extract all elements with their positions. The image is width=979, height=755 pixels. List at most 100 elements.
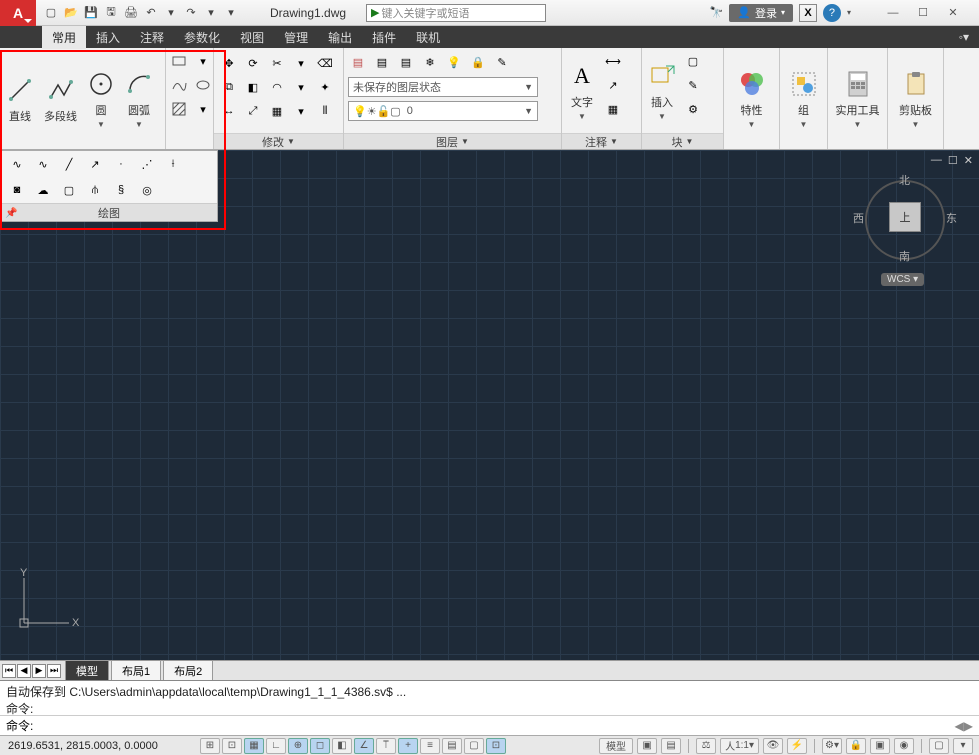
create-block-icon[interactable]: ▢ (682, 50, 704, 72)
panel-anno-title[interactable]: 注释▼ (562, 133, 641, 149)
help-icon[interactable]: ? (823, 4, 841, 22)
spline-icon[interactable] (168, 74, 190, 96)
view-cube[interactable]: 北 南 西 东 上 WCS ▾ (855, 176, 955, 286)
donut-icon[interactable]: ◎ (135, 179, 159, 201)
revision-cloud-icon[interactable]: ☁ (31, 179, 55, 201)
clipboard-button[interactable]: 剪贴板 ▼ (895, 50, 936, 147)
array-drop-icon[interactable]: ▾ (290, 100, 312, 122)
layer-off-icon[interactable]: 💡 (443, 51, 465, 73)
help-drop-icon[interactable]: ▾ (847, 8, 851, 17)
layer-prop-icon[interactable]: ▤ (347, 51, 369, 73)
tab-online[interactable]: 联机 (406, 26, 450, 49)
tab-insert[interactable]: 插入 (86, 26, 130, 49)
annovis-icon[interactable]: 👁 (763, 738, 783, 754)
binoculars-icon[interactable]: 🔭 (710, 6, 724, 19)
region-icon[interactable]: ◙ (5, 179, 29, 201)
edit-block-icon[interactable]: ✎ (682, 74, 704, 96)
tab-plugins[interactable]: 插件 (362, 26, 406, 49)
model-space-button[interactable]: 模型 (599, 738, 633, 754)
ducs-icon[interactable]: ⟙ (376, 738, 396, 754)
edit-attr-icon[interactable]: ⚙ (682, 98, 704, 120)
explode-icon[interactable]: ✦ (314, 76, 336, 98)
ortho-icon[interactable]: ∟ (266, 738, 286, 754)
table-icon[interactable]: ▦ (602, 98, 624, 120)
layer-lock-icon[interactable]: 🔒 (467, 51, 489, 73)
tab-expand-icon[interactable]: ◦▾ (949, 27, 979, 47)
helix-icon[interactable]: § (109, 179, 133, 201)
snap-icon[interactable]: ⊡ (222, 738, 242, 754)
plot-icon[interactable]: 🖨 (122, 4, 140, 22)
coordinates-display[interactable]: 2619.6531, 2815.0003, 0.0000 (0, 740, 200, 752)
close-button[interactable]: ✕ (947, 7, 959, 19)
viewcube-top[interactable]: 上 (889, 202, 921, 232)
hatch-icon[interactable] (168, 98, 190, 120)
leader-icon[interactable]: ↗ (602, 74, 624, 96)
tab-manage[interactable]: 管理 (274, 26, 318, 49)
fillet-icon[interactable]: ◠ (266, 76, 288, 98)
undo-drop-icon[interactable]: ▾ (162, 4, 180, 22)
tab-model[interactable]: 模型 (65, 660, 109, 681)
save-icon[interactable]: 💾 (82, 4, 100, 22)
doc-minimize-icon[interactable]: — (931, 154, 942, 167)
point-icon[interactable]: · (109, 153, 133, 175)
panel-block-title[interactable]: 块▼ (642, 133, 723, 149)
quickview-drawings-icon[interactable]: ▤ (661, 738, 681, 754)
fillet-drop-icon[interactable]: ▾ (290, 76, 312, 98)
undo-icon[interactable]: ↶ (142, 4, 160, 22)
measure-icon[interactable]: ⟊ (161, 153, 185, 175)
polar-icon[interactable]: ⊕ (288, 738, 308, 754)
dyn-icon[interactable]: + (398, 738, 418, 754)
isolate-icon[interactable]: ◉ (894, 738, 914, 754)
hatch-drop-icon[interactable]: ▾ (192, 98, 214, 120)
layer-current-combo[interactable]: 💡 ☀ 🔓 ▢ 0 ▼ (348, 101, 538, 121)
layer-match-icon[interactable]: ✎ (491, 51, 513, 73)
doc-maximize-icon[interactable]: ☐ (948, 154, 958, 167)
mirror-icon[interactable]: ◧ (242, 76, 264, 98)
scale-display[interactable]: 人 1:1▾ (720, 738, 759, 754)
sc-icon[interactable]: ⊡ (486, 738, 506, 754)
ellipse-icon[interactable] (192, 74, 214, 96)
move-icon[interactable]: ✥ (218, 52, 240, 74)
saveas-icon[interactable]: 🖫 (102, 4, 120, 22)
redo-drop-icon[interactable]: ▾ (202, 4, 220, 22)
app-menu-button[interactable]: A (0, 0, 36, 26)
panel-modify-title[interactable]: 修改▼ (214, 133, 343, 149)
ws-switch-icon[interactable]: ⚙▾ (822, 738, 842, 754)
tab-layout1[interactable]: 布局1 (111, 660, 161, 681)
doc-close-icon[interactable]: ✕ (964, 154, 973, 167)
infer-icon[interactable]: ⊞ (200, 738, 220, 754)
pin-icon[interactable]: 📌 (5, 208, 17, 219)
layer-state-combo[interactable]: 未保存的图层状态 ▼ (348, 77, 538, 97)
properties-button[interactable]: 特性 ▼ (734, 50, 770, 147)
minimize-button[interactable]: — (887, 7, 899, 19)
polyline-button[interactable]: 多段线 (40, 50, 81, 147)
rectangle-icon[interactable] (168, 50, 190, 72)
cmd-scroll-left-icon[interactable]: ◀ (955, 719, 964, 733)
osnap-icon[interactable]: ◻ (310, 738, 330, 754)
utilities-button[interactable]: 实用工具 ▼ (832, 50, 884, 147)
spline-cv-icon[interactable]: ∿ (31, 153, 55, 175)
circle-button[interactable]: 圆 ▼ (83, 50, 119, 147)
scale-icon[interactable]: ⤢ (242, 100, 264, 122)
wipeout-icon[interactable]: ▢ (57, 179, 81, 201)
command-input[interactable] (33, 719, 954, 733)
copy-icon[interactable]: ⧉ (218, 76, 240, 98)
customize-status-icon[interactable]: ▾ (953, 738, 973, 754)
layer-freeze-icon[interactable]: ❄ (419, 51, 441, 73)
lwt-icon[interactable]: ≡ (420, 738, 440, 754)
tab-layout2[interactable]: 布局2 (163, 660, 213, 681)
wcs-badge[interactable]: WCS ▾ (881, 273, 924, 286)
exchange-icon[interactable]: X (799, 4, 817, 22)
divide-icon[interactable]: ⋰ (135, 153, 159, 175)
offset-icon[interactable]: ⫴ (314, 100, 336, 122)
cmd-scroll-right-icon[interactable]: ▶ (964, 719, 973, 733)
panel-layers-title[interactable]: 图层▼ (344, 133, 561, 149)
otrack-icon[interactable]: ∠ (354, 738, 374, 754)
tab-first-icon[interactable]: ⏮ (2, 664, 16, 678)
line-button[interactable]: 直线 (2, 50, 38, 147)
dimension-icon[interactable]: ⟷ (602, 50, 624, 72)
erase-icon[interactable]: ⌫ (314, 52, 336, 74)
layer-states-icon[interactable]: ▤ (371, 51, 393, 73)
draw-flyout-title[interactable]: 绘图 (1, 203, 217, 221)
rectangle-drop-icon[interactable]: ▾ (192, 50, 214, 72)
